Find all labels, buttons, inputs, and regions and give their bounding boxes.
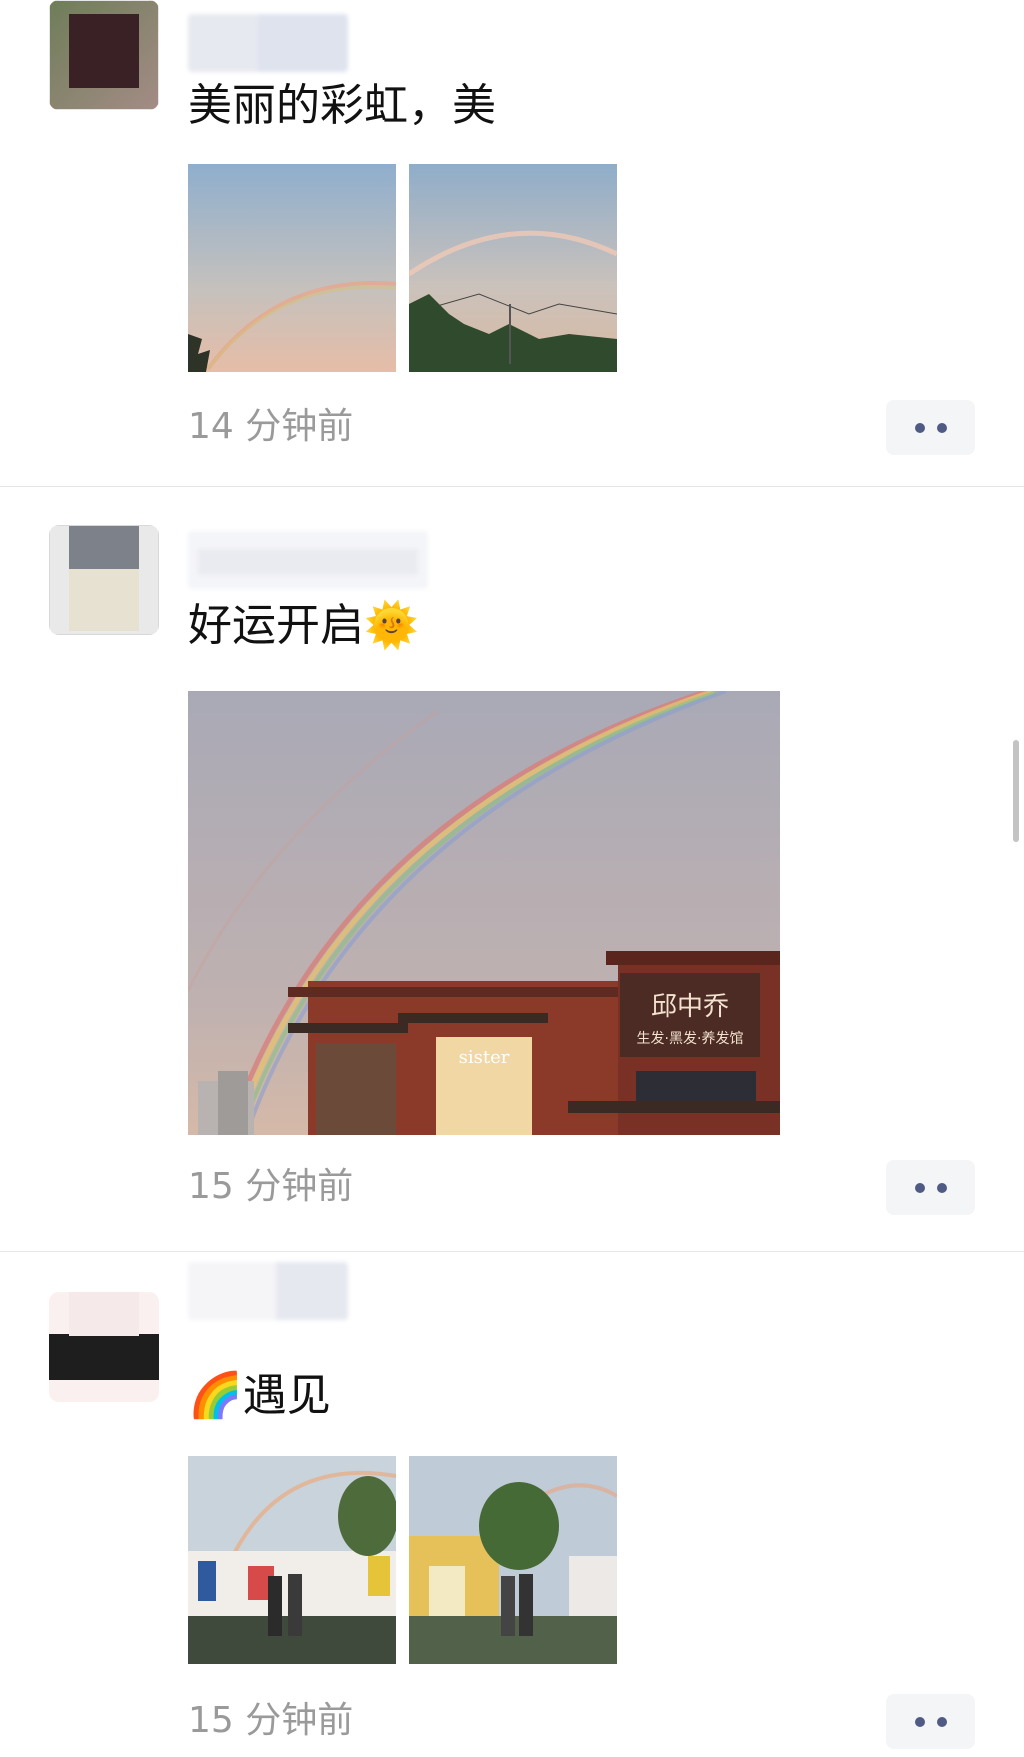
username-blurred[interactable] <box>188 531 428 589</box>
more-button[interactable] <box>886 400 975 455</box>
post-text: 美丽的彩虹，美 <box>188 80 496 131</box>
post-photo[interactable] <box>409 164 617 372</box>
moment-post-1: 美丽的彩虹，美 14 分钟前 <box>0 0 1024 486</box>
sun-emoji: 🌞 <box>364 600 419 651</box>
post-photo[interactable]: 邱中乔 生发·黑发·养发馆 sister <box>188 691 780 1135</box>
post-photo[interactable] <box>188 164 396 372</box>
post-text: 🌈遇见 <box>188 1370 331 1421</box>
more-icon <box>914 1716 925 1727</box>
avatar[interactable] <box>49 1292 159 1402</box>
rainbow-emoji: 🌈 <box>188 1370 243 1421</box>
moment-post-2: 好运开启🌞 邱中乔 生发·黑发·养发馆 sister 15 分钟前 <box>0 487 1024 1251</box>
scrollbar[interactable] <box>1013 740 1019 842</box>
more-icon <box>914 422 925 433</box>
avatar[interactable] <box>49 525 159 635</box>
post-timestamp: 14 分钟前 <box>188 406 354 447</box>
post-photo[interactable] <box>409 1456 617 1664</box>
more-button[interactable] <box>886 1694 975 1749</box>
post-timestamp: 15 分钟前 <box>188 1700 354 1741</box>
post-photo[interactable] <box>188 1456 396 1664</box>
more-button[interactable] <box>886 1160 975 1215</box>
username-blurred[interactable] <box>188 1262 348 1320</box>
post-timestamp: 15 分钟前 <box>188 1166 354 1207</box>
shop-sign-title: 邱中乔 <box>651 992 729 1022</box>
username-blurred[interactable] <box>188 14 348 72</box>
avatar[interactable] <box>49 0 159 110</box>
store-name: sister <box>459 1047 510 1068</box>
moment-post-3: 🌈遇见 15 分钟前 <box>0 1252 1024 1757</box>
shop-sign-subtitle: 生发·黑发·养发馆 <box>637 1031 744 1047</box>
more-icon <box>914 1182 925 1193</box>
post-text: 好运开启🌞 <box>188 600 419 651</box>
